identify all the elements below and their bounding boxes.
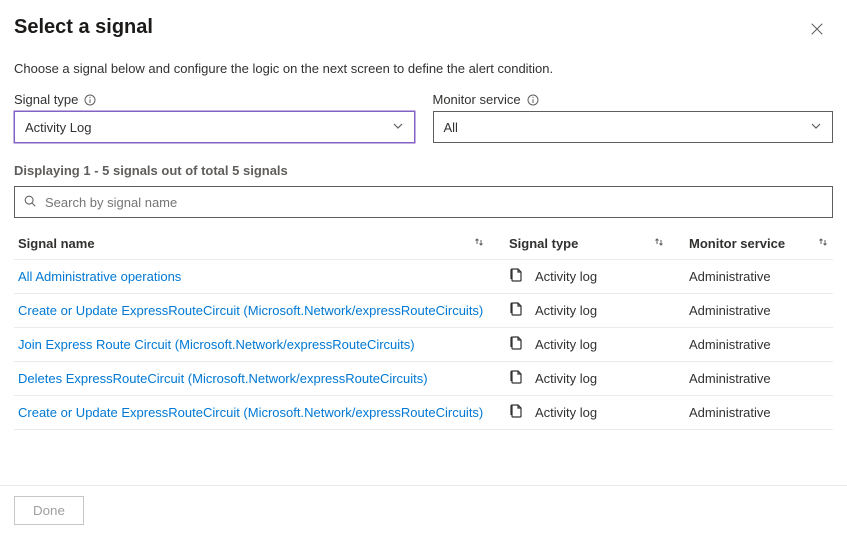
column-header-type[interactable]: Signal type [509,236,689,251]
signal-type-value: Activity log [535,337,597,352]
activity-log-icon [509,403,525,422]
signals-table: Signal name Signal type Monitor service … [14,228,833,430]
monitor-service-value: Administrative [689,405,771,420]
panel-subtitle: Choose a signal below and configure the … [14,61,833,76]
table-row: All Administrative operations Activity lo… [14,260,833,294]
monitor-service-label: Monitor service [433,92,521,107]
info-icon[interactable] [527,94,539,106]
chevron-down-icon [810,120,822,135]
table-header: Signal name Signal type Monitor service [14,228,833,260]
search-input-wrapper[interactable] [14,186,833,218]
signal-link[interactable]: Create or Update ExpressRouteCircuit (Mi… [18,405,483,420]
activity-log-icon [509,301,525,320]
signal-type-value: Activity Log [25,120,91,135]
info-icon[interactable] [84,94,96,106]
signal-type-value: Activity log [535,405,597,420]
sort-icon [653,236,665,251]
monitor-service-select[interactable]: All [433,111,834,143]
done-button[interactable]: Done [14,496,84,525]
activity-log-icon [509,267,525,286]
signal-type-label: Signal type [14,92,78,107]
signal-type-value: Activity log [535,371,597,386]
column-header-name-text: Signal name [18,236,95,251]
table-row: Deletes ExpressRouteCircuit (Microsoft.N… [14,362,833,396]
close-button[interactable] [801,14,833,46]
close-icon [810,22,824,39]
column-header-service-text: Monitor service [689,236,785,251]
monitor-service-value: All [444,120,458,135]
monitor-service-value: Administrative [689,303,771,318]
table-row: Create or Update ExpressRouteCircuit (Mi… [14,294,833,328]
signal-type-value: Activity log [535,269,597,284]
activity-log-icon [509,369,525,388]
signal-link[interactable]: All Administrative operations [18,269,181,284]
sort-icon [817,236,829,251]
panel-title: Select a signal [14,16,153,39]
signal-type-select[interactable]: Activity Log [14,111,415,143]
search-input[interactable] [43,194,824,211]
table-row: Join Express Route Circuit (Microsoft.Ne… [14,328,833,362]
sort-icon [473,236,485,251]
results-count: Displaying 1 - 5 signals out of total 5 … [14,163,833,178]
column-header-service[interactable]: Monitor service [689,236,829,251]
monitor-service-value: Administrative [689,371,771,386]
column-header-name[interactable]: Signal name [18,236,509,251]
chevron-down-icon [392,120,404,135]
table-row: Create or Update ExpressRouteCircuit (Mi… [14,396,833,430]
signal-link[interactable]: Deletes ExpressRouteCircuit (Microsoft.N… [18,371,428,386]
signal-type-value: Activity log [535,303,597,318]
monitor-service-value: Administrative [689,337,771,352]
monitor-service-value: Administrative [689,269,771,284]
signal-link[interactable]: Join Express Route Circuit (Microsoft.Ne… [18,337,415,352]
search-icon [23,194,37,211]
signal-link[interactable]: Create or Update ExpressRouteCircuit (Mi… [18,303,483,318]
column-header-type-text: Signal type [509,236,578,251]
activity-log-icon [509,335,525,354]
